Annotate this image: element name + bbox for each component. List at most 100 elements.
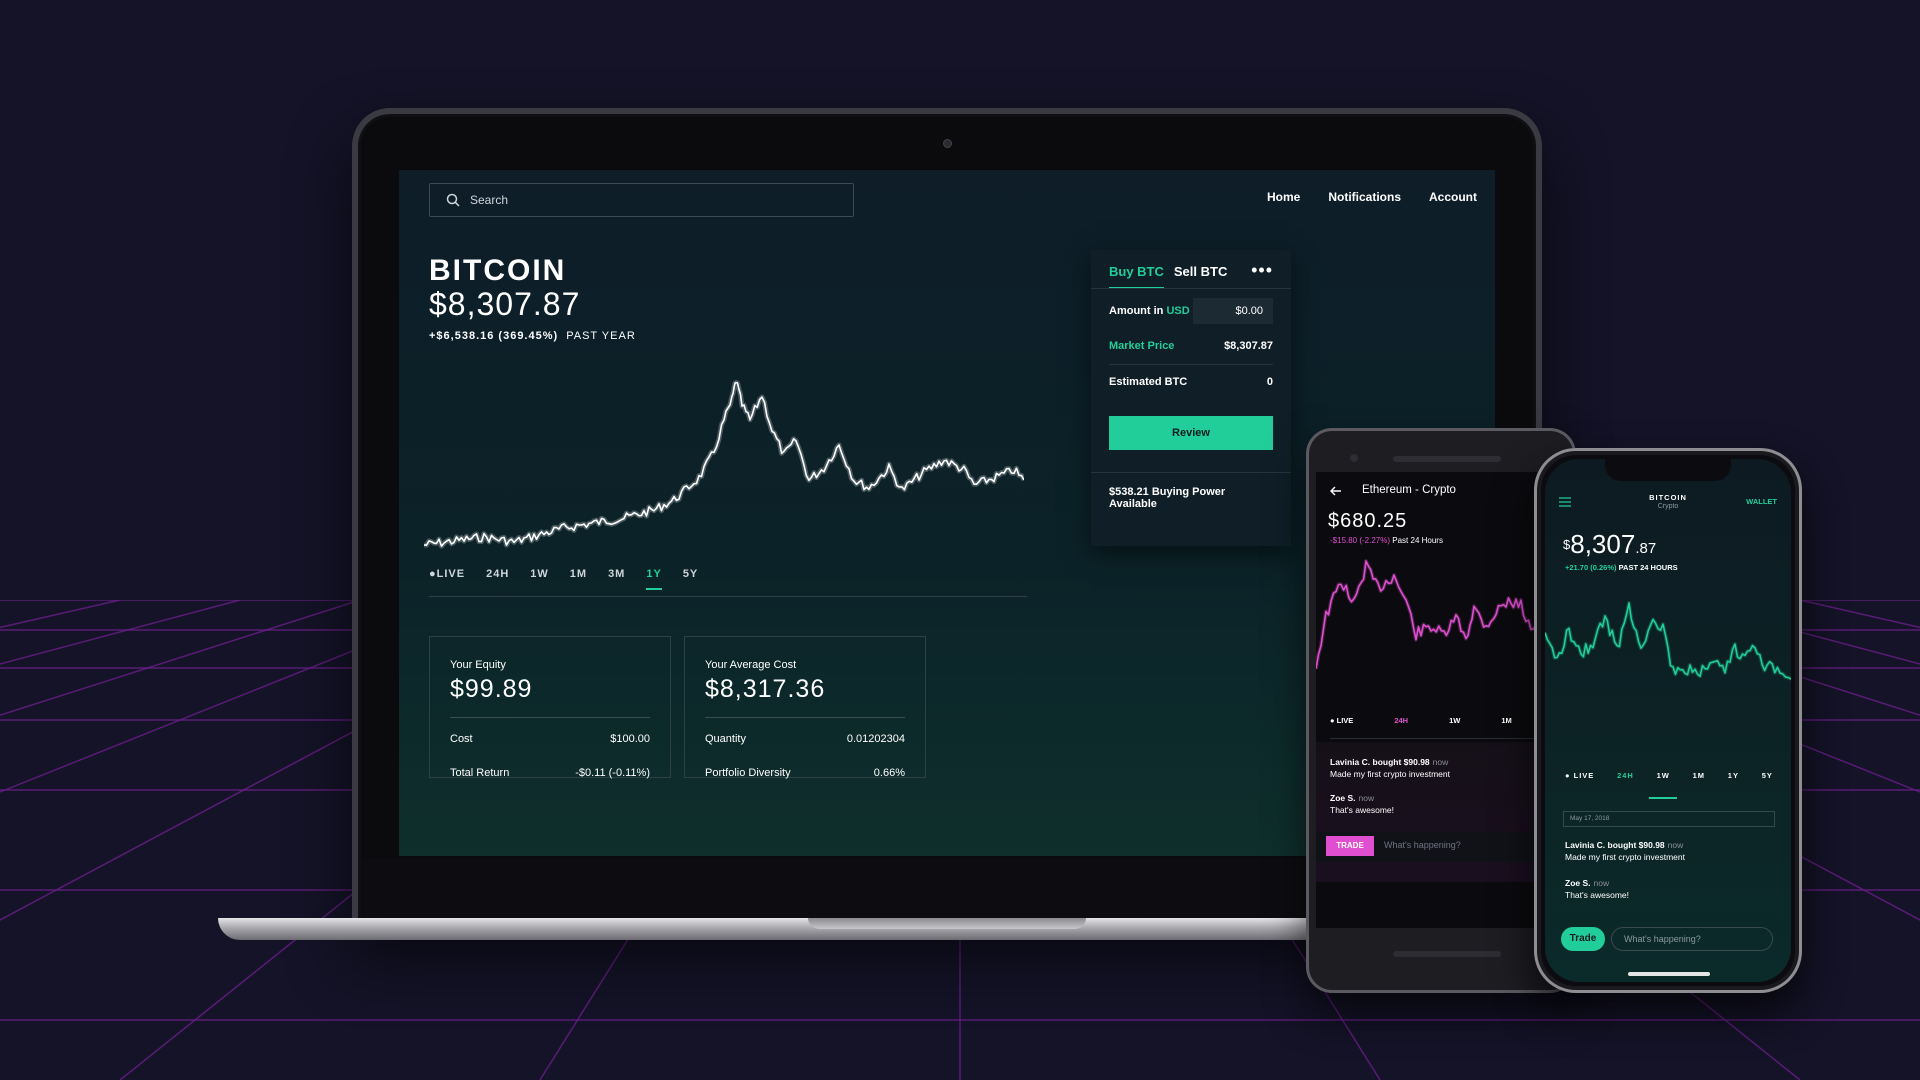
amount-currency: USD [1166,305,1190,317]
range-24h[interactable]: 24H [1617,771,1634,780]
price-main: 8,307 [1570,529,1636,559]
divider [705,717,905,718]
range-live[interactable]: ● LIVE [1565,771,1594,780]
range-live[interactable]: ● LIVE [1330,716,1353,725]
feed-date: May 17, 2018 [1563,811,1775,827]
btc-price-chart[interactable] [424,360,1024,560]
coin-name: BITCOIN [429,254,567,287]
order-tabs: Buy BTC Sell BTC [1109,264,1227,289]
tab-buy[interactable]: Buy BTC [1109,264,1164,289]
equity-row: Total Return -$0.11 (-0.11%) [450,767,650,779]
trade-button[interactable]: TRADE [1326,836,1374,856]
amount-input[interactable]: $0.00 [1193,298,1273,324]
feed-item: Lavinia C. bought $90.98 now Made my firs… [1565,839,1685,863]
nav-account[interactable]: Account [1429,190,1477,204]
eth-price-chart[interactable] [1316,546,1566,696]
tab-sell[interactable]: Sell BTC [1174,264,1227,289]
laptop-camera [943,139,952,148]
nav-notifications[interactable]: Notifications [1328,190,1401,204]
average-cost-value: $8,317.36 [705,675,826,703]
divider [1330,738,1562,739]
grid-line [0,600,241,665]
buying-power: $538.21 Buying Power Available [1109,486,1226,510]
feed-item: Zoe S. now That's awesome! [1565,877,1629,901]
coin-price: $8,307.87 [429,286,581,322]
range-5y[interactable]: 5Y [1762,771,1773,780]
market-price-row: Market Price $8,307.87 [1109,340,1273,352]
search-icon [446,193,460,207]
amount-label-text: Amount in [1109,305,1164,317]
estimated-row: Estimated BTC 0 [1109,376,1273,388]
btc-change: +21.70 (0.26%) PAST 24 HOURS [1565,563,1678,572]
android-screen: Ethereum - Crypto W $680.25 -$15.80 (-2.… [1316,472,1566,928]
range-1m[interactable]: 1M [1693,771,1705,780]
row-value: $100.00 [610,733,650,745]
feed-text: Made my first crypto investment [1330,769,1450,779]
range-indicator [1649,797,1677,799]
range-1y[interactable]: 1Y [1728,771,1739,780]
cost-row: Quantity 0.01202304 [705,733,905,745]
feed-time: now [1358,793,1375,803]
chart-line-glow [1316,559,1566,678]
price-cents: .87 [1635,540,1657,557]
price-change-period: PAST YEAR [566,330,636,342]
feed-text: That's awesome! [1330,805,1394,815]
eth-price: $680.25 [1328,510,1408,532]
feed-author: Zoe S. [1330,793,1356,803]
iphone-notch [1605,459,1731,481]
wallet-link[interactable]: WALLET [1746,497,1777,506]
btc-price: $8,307.87 [1563,529,1656,560]
price-change: +$6,538.16 (369.45%) PAST YEAR [429,330,636,342]
market-price-label: Market Price [1109,340,1175,352]
equity-row: Cost $100.00 [450,733,650,745]
grid-line [1799,600,1920,629]
range-1w[interactable]: 1W [530,568,549,590]
arrow-left-icon[interactable] [1330,486,1342,496]
btc-mobile-chart[interactable] [1545,599,1791,749]
feed-item: Zoe S. now That's awesome! [1330,792,1394,816]
feed-time: now [1593,878,1610,888]
row-label: Cost [450,733,473,745]
feed-item: Lavinia C. bought $90.98 now Made my firs… [1330,756,1450,780]
compose-input[interactable]: What's happening? [1384,840,1461,850]
range-5y[interactable]: 5Y [683,568,698,590]
order-panel: Buy BTC Sell BTC ••• Amount in USD $0.00… [1091,250,1291,546]
range-live[interactable]: ●LIVE [429,568,465,590]
feed-time: now [1667,840,1684,850]
trade-button[interactable]: Trade [1561,927,1605,951]
feed-time: now [1432,757,1449,767]
grid-line [0,600,361,716]
range-1m[interactable]: 1M [1501,716,1511,725]
android-speaker-bottom [1393,951,1501,957]
search-placeholder: Search [470,193,509,207]
amount-label: Amount in USD [1109,305,1190,317]
range-selector: ● LIVE 24H 1W 1M 1Y 5Y [1565,771,1773,780]
laptop-opening-notch [808,918,1086,929]
range-24h[interactable]: 24H [1394,716,1408,725]
range-1w[interactable]: 1W [1657,771,1670,780]
market-price-value: $8,307.87 [1224,340,1273,352]
search-input[interactable]: Search [429,183,854,217]
top-nav: Home Notifications Account [1267,190,1477,204]
eth-change: -$15.80 (-2.27%) Past 24 Hours [1330,536,1443,545]
review-button[interactable]: Review [1109,416,1273,450]
compose-input[interactable]: What's happening? [1611,927,1773,951]
range-1w[interactable]: 1W [1449,716,1460,725]
row-value: 0.66% [873,767,905,779]
feed-text: Made my first crypto investment [1565,852,1685,862]
estimated-value: 0 [1266,376,1273,388]
divider [1109,364,1273,365]
android-speaker [1393,456,1501,462]
range-1m[interactable]: 1M [570,568,587,590]
btc-change-value: +21.70 (0.26%) [1565,563,1617,572]
more-options-icon[interactable]: ••• [1251,260,1273,281]
feed-author: Zoe S. [1565,878,1591,888]
range-selector: ●LIVE 24H 1W 1M 3M 1Y 5Y [429,568,698,590]
nav-home[interactable]: Home [1267,190,1300,204]
eth-change-period: Past 24 Hours [1392,536,1443,545]
range-1y[interactable]: 1Y [646,568,662,590]
range-3m[interactable]: 3M [608,568,625,590]
chart-line [424,381,1024,547]
range-24h[interactable]: 24H [486,568,509,590]
eth-change-value: -$15.80 (-2.27%) [1330,536,1391,545]
